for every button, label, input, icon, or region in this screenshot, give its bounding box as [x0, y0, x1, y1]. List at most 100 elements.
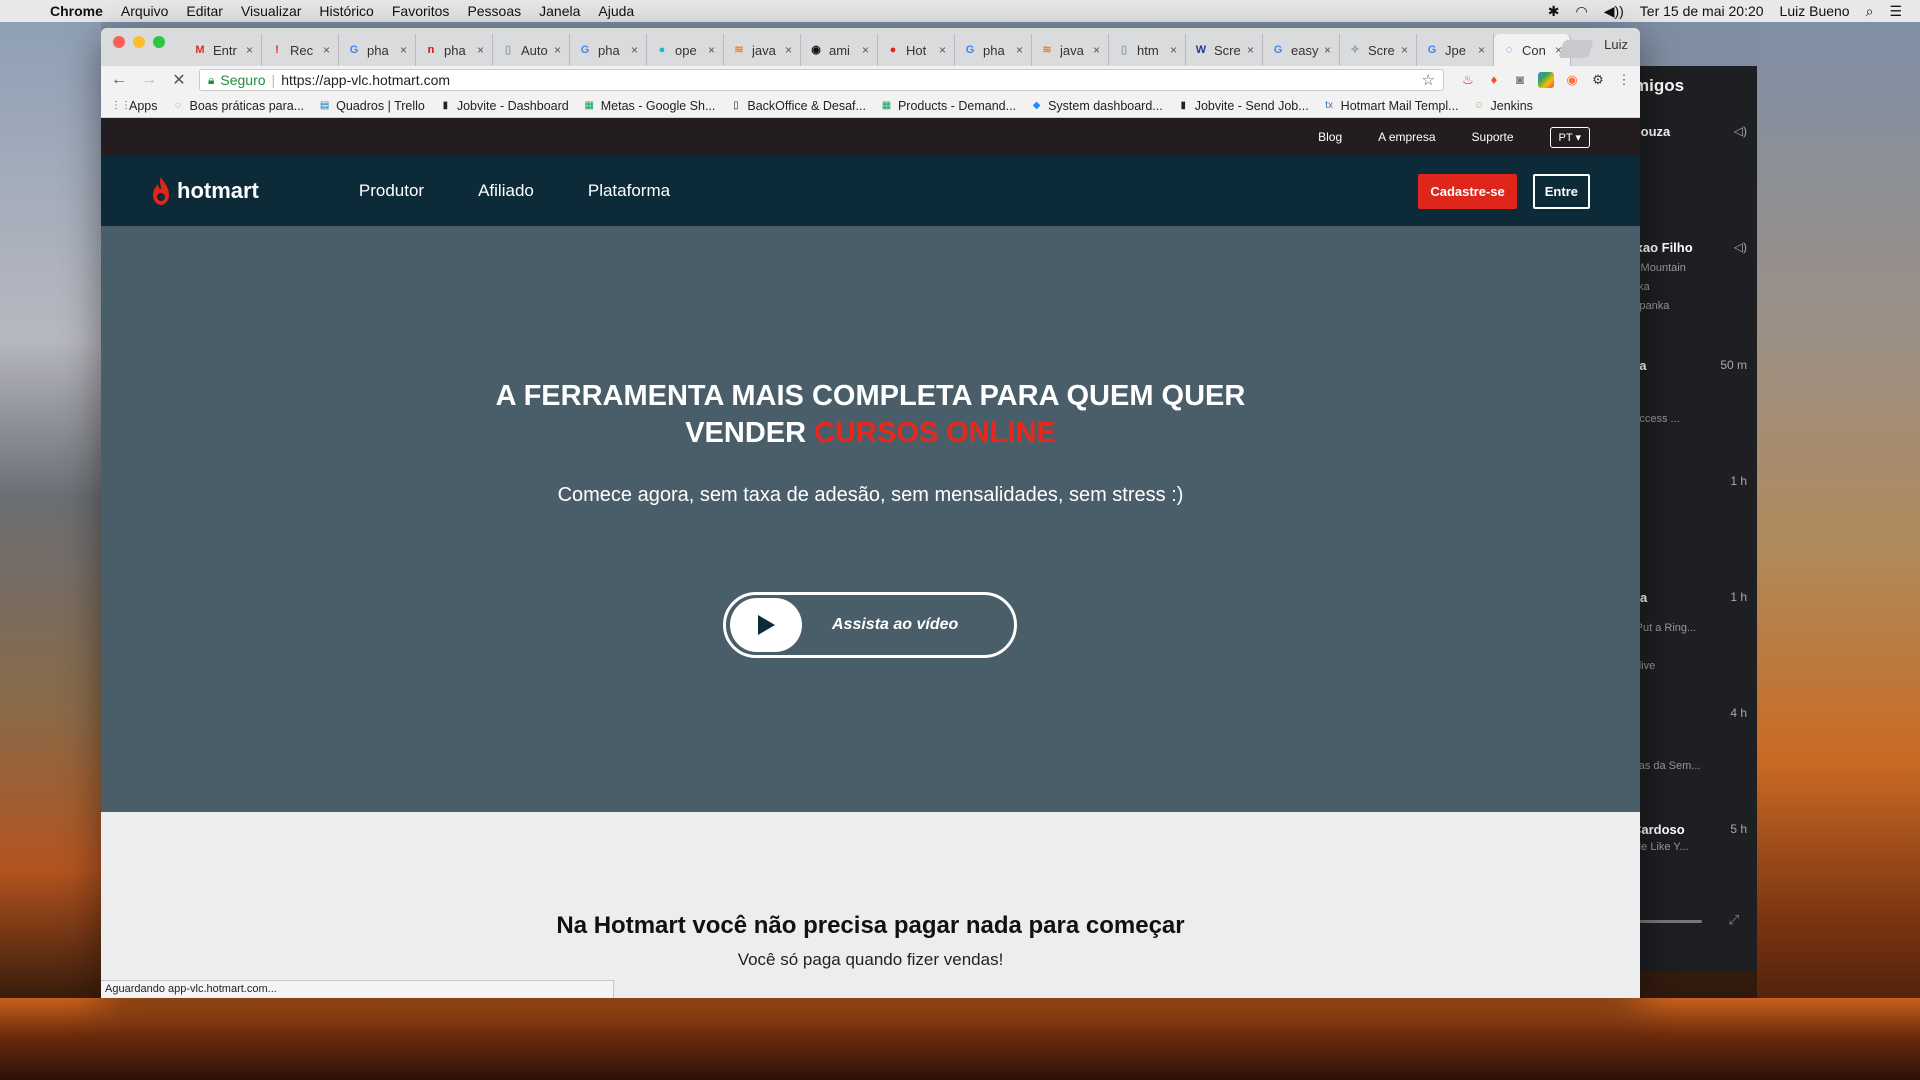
stop-loading-icon[interactable]: ✕	[169, 70, 189, 90]
bookmark-item[interactable]: tx Hotmart Mail Templ...	[1323, 99, 1458, 113]
browser-tab[interactable]: n pha ×	[416, 34, 493, 66]
tab-close-icon[interactable]: ×	[939, 43, 946, 57]
tab-close-icon[interactable]: ×	[1401, 43, 1408, 57]
signup-button[interactable]: Cadastre-se	[1418, 173, 1517, 209]
browser-tab[interactable]: Gpha ×	[570, 34, 647, 66]
hotmart-extension-icon[interactable]: ♨	[1460, 72, 1476, 88]
tab-close-icon[interactable]: ×	[708, 43, 715, 57]
expand-icon[interactable]: ⤢	[1729, 912, 1739, 928]
tab-close-icon[interactable]: ×	[323, 43, 330, 57]
browser-tab[interactable]: G Jpe ×	[1417, 34, 1494, 66]
menu-historico[interactable]: Histórico	[319, 3, 373, 19]
bookmark-item[interactable]: ▦ Metas - Google Sh...	[583, 99, 716, 113]
side-panel-row[interactable]: Souza ◁)	[1632, 124, 1747, 139]
tab-close-icon[interactable]: ×	[1170, 43, 1177, 57]
browser-tab[interactable]: Geasy ×	[1263, 34, 1340, 66]
menu-chrome[interactable]: Chrome	[50, 3, 103, 19]
bookmark-item[interactable]: ▤ Quadros | Trello	[318, 99, 425, 113]
bookmark-item[interactable]: ☺ Jenkins	[1473, 99, 1533, 113]
blog-link[interactable]: Blog	[1318, 130, 1342, 144]
browser-tab[interactable]: Gpha ×	[955, 34, 1032, 66]
notification-center-icon[interactable]: ☰	[1889, 3, 1902, 20]
tab-close-icon[interactable]: ×	[1324, 43, 1331, 57]
menu-arquivo[interactable]: Arquivo	[121, 3, 168, 19]
color-extension-icon[interactable]	[1538, 72, 1554, 88]
bookmark-star-icon[interactable]: ☆	[1422, 71, 1435, 89]
apple-icon[interactable]	[20, 3, 36, 19]
menu-janela[interactable]: Janela	[539, 3, 580, 19]
minimize-window-button[interactable]	[133, 36, 145, 48]
bookmark-item[interactable]: ▦ Products - Demand...	[880, 99, 1016, 113]
menu-editar[interactable]: Editar	[186, 3, 223, 19]
side-panel-row[interactable]: rtas da Sem... 4 h	[1632, 706, 1747, 772]
menu-ajuda[interactable]: Ajuda	[598, 3, 634, 19]
url-text[interactable]: https://app-vlc.hotmart.com	[281, 72, 450, 88]
browser-tab[interactable]: ! Rec ×	[262, 34, 339, 66]
nav-plataforma[interactable]: Plataforma	[588, 181, 670, 201]
back-icon[interactable]: ←	[109, 71, 129, 89]
tab-close-icon[interactable]: ×	[1478, 43, 1485, 57]
side-panel-row[interactable]: na (Put a Ring... - live 1 h	[1632, 590, 1747, 685]
empresa-link[interactable]: A empresa	[1378, 130, 1435, 144]
menubar-user[interactable]: Luiz Bueno	[1780, 3, 1850, 19]
tab-close-icon[interactable]: ×	[554, 43, 561, 57]
tab-close-icon[interactable]: ×	[1247, 43, 1254, 57]
nav-produtor[interactable]: Produtor	[359, 181, 424, 201]
bluetooth-icon[interactable]: ✱	[1548, 3, 1560, 20]
volume-slider[interactable]	[1632, 920, 1702, 923]
suporte-link[interactable]: Suporte	[1472, 130, 1514, 144]
browser-extension-icon[interactable]: ◉	[1564, 72, 1580, 88]
menu-pessoas[interactable]: Pessoas	[467, 3, 521, 19]
browser-tab[interactable]: M Entr ×	[185, 34, 262, 66]
wifi-icon[interactable]: ◠	[1575, 3, 1587, 20]
browser-tab[interactable]: ≋ java ×	[724, 34, 801, 66]
bookmark-item[interactable]: ◆ System dashboard...	[1030, 99, 1163, 113]
spotlight-search-icon[interactable]: ⌕	[1866, 3, 1874, 20]
browser-tab[interactable]: ◉ ami ×	[801, 34, 878, 66]
browser-tab[interactable]: ▯ htm ×	[1109, 34, 1186, 66]
tab-close-icon[interactable]: ×	[1093, 43, 1100, 57]
address-bar[interactable]: 🔒︎ Seguro | https://app-vlc.hotmart.com …	[199, 69, 1444, 91]
browser-tab[interactable]: ▯ Auto ×	[493, 34, 570, 66]
profile-button[interactable]: Luiz	[1604, 37, 1628, 52]
new-tab-button[interactable]	[1558, 40, 1594, 58]
watch-video-button[interactable]: Assista ao vídeo	[723, 592, 1017, 658]
tab-close-icon[interactable]: ×	[246, 43, 253, 57]
forward-icon[interactable]: →	[139, 71, 159, 89]
bookmark-item[interactable]: ▯ BackOffice & Desaf...	[729, 99, 866, 113]
chrome-menu-icon[interactable]: ⋮	[1616, 72, 1632, 88]
close-window-button[interactable]	[113, 36, 125, 48]
tab-close-icon[interactable]: ×	[1016, 43, 1023, 57]
side-panel-row[interactable]: va Access ... 50 m	[1632, 358, 1747, 425]
bookmark-item[interactable]: ⋮⋮ Apps	[111, 99, 158, 113]
login-button[interactable]: Entre	[1532, 173, 1590, 209]
browser-tab[interactable]: ≋ java ×	[1032, 34, 1109, 66]
lock-icon[interactable]: 🔒︎	[208, 73, 214, 88]
bookmark-item[interactable]: ▮ Jobvite - Dashboard	[439, 99, 569, 113]
zoom-window-button[interactable]	[153, 36, 165, 48]
browser-tab[interactable]: W Scre ×	[1186, 34, 1263, 66]
side-panel-row[interactable]: ixao Filho y Mountain nka Spanka ◁)	[1632, 240, 1747, 316]
menubar-clock[interactable]: Ter 15 de mai 20:20	[1640, 3, 1764, 19]
browser-tab[interactable]: ● Hot ×	[878, 34, 955, 66]
menu-visualizar[interactable]: Visualizar	[241, 3, 301, 19]
side-panel-row[interactable]: Cardoso Me Like Y... 5 h	[1632, 822, 1747, 853]
camera-extension-icon[interactable]: ◙	[1512, 72, 1528, 88]
nav-afiliado[interactable]: Afiliado	[478, 181, 534, 201]
menu-favoritos[interactable]: Favoritos	[392, 3, 450, 19]
tab-close-icon[interactable]: ×	[862, 43, 869, 57]
bookmark-item[interactable]: ◌ Boas práticas para...	[172, 99, 304, 113]
tab-close-icon[interactable]: ×	[631, 43, 638, 57]
browser-tab[interactable]: ✧ Scre ×	[1340, 34, 1417, 66]
fire-extension-icon[interactable]: ♦	[1486, 72, 1502, 88]
volume-icon[interactable]: ◀))	[1604, 3, 1624, 20]
hotmart-logo[interactable]: hotmart	[151, 176, 259, 206]
tab-close-icon[interactable]: ×	[400, 43, 407, 57]
bookmark-item[interactable]: ▮ Jobvite - Send Job...	[1177, 99, 1308, 113]
tab-close-icon[interactable]: ×	[477, 43, 484, 57]
tab-close-icon[interactable]: ×	[785, 43, 792, 57]
settings-extension-icon[interactable]: ⚙	[1590, 72, 1606, 88]
browser-tab[interactable]: ● ope ×	[647, 34, 724, 66]
language-select[interactable]: PT ▾	[1549, 126, 1590, 148]
browser-tab[interactable]: Gpha ×	[339, 34, 416, 66]
